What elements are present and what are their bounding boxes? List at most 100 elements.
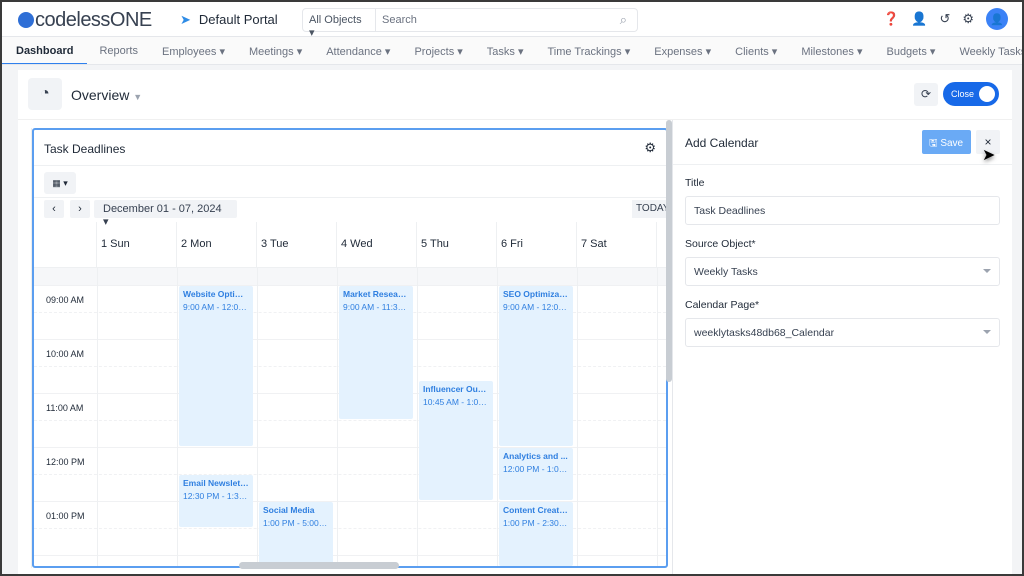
nav-tab[interactable]: Clients ▾ <box>723 37 789 64</box>
event-title: SEO Optimizati... <box>503 289 569 299</box>
day-header: 5 Thu <box>417 222 497 267</box>
event-title: Analytics and ... <box>503 451 568 461</box>
nav-tab[interactable]: Milestones ▾ <box>789 37 874 64</box>
background-widget <box>18 128 32 568</box>
calendar-event[interactable]: Content Creation 1:00 PM - 2:30 PM <box>499 502 573 566</box>
day-divider <box>177 267 178 566</box>
field-label: Title <box>685 177 705 189</box>
calendar-event[interactable]: SEO Optimizati... 9:00 AM - 12:00 ... <box>499 286 573 446</box>
field-label: Source Object* <box>685 238 756 250</box>
nav-tab[interactable]: Expenses ▾ <box>642 37 723 64</box>
chevron-down-icon <box>983 269 991 273</box>
widget-title: Task Deadlines <box>44 142 126 156</box>
global-search: All Objects ▾ Search ⌕ <box>302 8 638 39</box>
portal-selector[interactable]: ➤ Default Portal <box>180 12 278 28</box>
day-divider <box>97 267 98 566</box>
today-button[interactable]: TODAY <box>632 200 666 218</box>
calendar-view-button[interactable]: ▦ ▾ <box>44 172 76 194</box>
avatar[interactable]: 👤 <box>986 8 1008 30</box>
event-title: Website Optimi... <box>183 289 249 299</box>
field-input[interactable]: Task Deadlines <box>685 196 1000 225</box>
nav-tab[interactable]: Projects ▾ <box>402 37 474 64</box>
history-icon[interactable]: ↺ <box>939 11 950 27</box>
pie-chart-icon: ◔ <box>28 78 62 110</box>
edit-mode-toggle[interactable]: Close <box>943 82 999 106</box>
event-time: 12:30 PM - 1:30 ... <box>183 491 249 501</box>
calendar-event[interactable]: Market Research 9:00 AM - 11:30 ... <box>339 286 413 419</box>
prev-week-button[interactable]: ‹ <box>44 200 64 218</box>
event-time: 10:45 AM - 1:00 ... <box>423 396 489 407</box>
nav-tab[interactable]: Reports <box>87 37 150 64</box>
week-grid: 1 Sun 2 Mon 3 Tue 4 Wed 5 Thu 6 Fri 7 Sat 09:00… <box>34 222 666 566</box>
next-week-button[interactable]: › <box>70 200 90 218</box>
panel-title: Add Calendar <box>685 136 759 150</box>
time-column-header <box>34 222 97 267</box>
search-input[interactable]: Search <box>376 9 637 31</box>
overview-title[interactable]: Overview ▼ <box>71 87 142 103</box>
time-label: 09:00 AM <box>46 295 85 305</box>
dashboard-area: ◔ Overview ▼ ⟳ Close Task Deadlines ⚙ ▦ ▾… <box>18 70 1012 574</box>
widget-settings-icon[interactable]: ⚙ <box>644 140 656 156</box>
nav-tab[interactable]: Tasks ▾ <box>475 37 536 64</box>
nav-tab[interactable]: Weekly Tasks ▾ <box>947 37 1022 64</box>
nav-tab[interactable]: Employees ▾ <box>150 37 237 64</box>
time-label: 10:00 AM <box>46 349 85 359</box>
calendar-widget: Task Deadlines ⚙ ▦ ▾ ‹ › December 01 - 07… <box>32 128 668 568</box>
nav-tab[interactable]: Budgets ▾ <box>874 37 947 64</box>
save-button[interactable]: 🖫 Save <box>922 130 971 154</box>
nav-tab[interactable]: Dashboard <box>2 37 88 64</box>
calendar-event[interactable]: Email Newsletter 12:30 PM - 1:30 ... <box>179 475 253 527</box>
day-header: 4 Wed <box>337 222 417 267</box>
event-title: Social Media <box>263 505 315 515</box>
add-user-icon[interactable]: 👤 <box>911 11 927 27</box>
field-select[interactable]: Weekly Tasks <box>685 257 1000 286</box>
time-label: 01:00 PM <box>46 511 85 521</box>
help-icon[interactable]: ❓ <box>883 11 899 27</box>
day-divider <box>337 267 338 566</box>
logo-mark <box>18 12 34 28</box>
day-header: 3 Tue <box>257 222 337 267</box>
event-time: 9:00 AM - 12:00 ... <box>183 302 249 312</box>
refresh-button[interactable]: ⟳ <box>914 83 938 106</box>
calendar-event[interactable]: Influencer Outr... 10:45 AM - 1:00 ... <box>419 380 493 500</box>
horizontal-scrollbar[interactable] <box>239 562 399 569</box>
event-title: Email Newsletter <box>183 478 249 488</box>
add-calendar-panel: Add Calendar 🖫 Save × Title Task Deadline… <box>672 120 1012 574</box>
day-divider <box>657 267 658 566</box>
event-title: Influencer Outr... <box>423 383 489 394</box>
calendar-event[interactable]: Website Optimi... 9:00 AM - 12:00 ... <box>179 286 253 446</box>
day-header: 6 Fri <box>497 222 577 267</box>
save-icon: 🖫 <box>929 138 938 149</box>
paper-plane-icon: ➤ <box>180 12 191 27</box>
main-nav: Dashboard Reports Employees ▾ Meetings ▾ Att… <box>2 37 1022 65</box>
day-header: 1 Sun <box>97 222 177 267</box>
time-label: 12:00 PM <box>46 457 85 467</box>
top-bar: codelessONE ➤ Default Portal All Objects … <box>2 2 1022 39</box>
logo[interactable]: codelessONE <box>18 9 152 32</box>
calendar-event[interactable]: Social Media 1:00 PM - 5:00 PM <box>259 502 333 566</box>
day-divider <box>257 267 258 566</box>
nav-tab[interactable]: Attendance ▾ <box>314 37 402 64</box>
event-title: Content Creation <box>503 505 569 515</box>
event-time: 12:00 PM - 1:00 ... <box>503 464 569 474</box>
event-time: 1:00 PM - 2:30 PM <box>503 518 569 528</box>
time-label: 11:00 AM <box>46 403 84 413</box>
chevron-down-icon <box>983 330 991 334</box>
gear-icon[interactable]: ⚙ <box>962 11 974 27</box>
field-select[interactable]: weeklytasks48db68_Calendar <box>685 318 1000 347</box>
date-range-picker[interactable]: December 01 - 07, 2024 ▾ <box>94 200 237 228</box>
event-time: 9:00 AM - 11:30 ... <box>343 302 409 312</box>
search-scope-select[interactable]: All Objects ▾ <box>303 9 376 39</box>
event-time: 9:00 AM - 12:00 ... <box>503 302 569 312</box>
day-divider <box>497 267 498 566</box>
day-header: 7 Sat <box>577 222 657 267</box>
overview-bar: ◔ Overview ▼ ⟳ Close <box>18 70 1012 120</box>
search-icon[interactable]: ⌕ <box>620 12 627 28</box>
mouse-cursor: ➤ <box>982 147 996 164</box>
calendar-event[interactable]: Analytics and ... 12:00 PM - 1:00 ... <box>499 448 573 500</box>
nav-tab[interactable]: Time Trackings ▾ <box>535 37 642 64</box>
event-title: Market Research <box>343 289 409 299</box>
field-label: Calendar Page* <box>685 299 760 311</box>
day-divider <box>417 267 418 566</box>
nav-tab[interactable]: Meetings ▾ <box>237 37 314 64</box>
